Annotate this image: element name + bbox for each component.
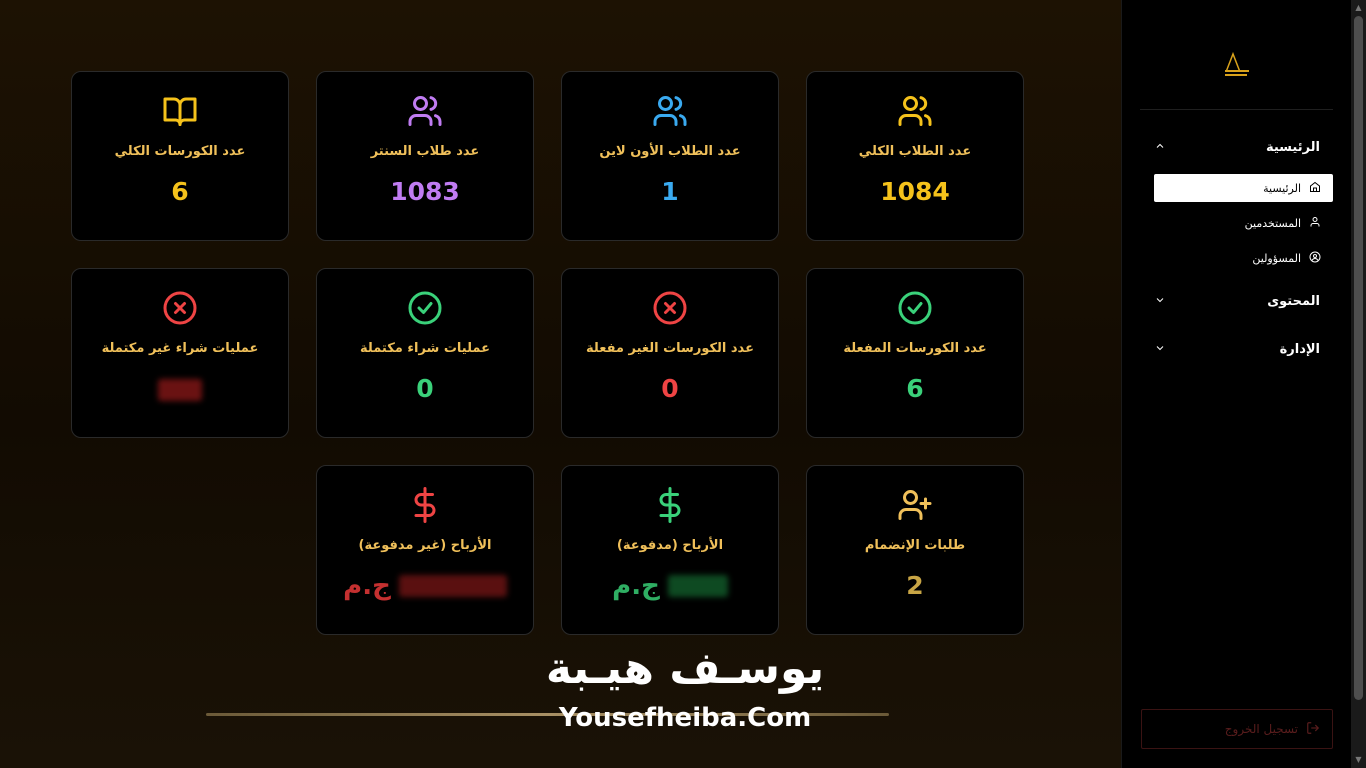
sidebar-item-admins[interactable]: المسؤولين — [1154, 244, 1333, 272]
redacted-value — [667, 575, 728, 597]
currency-label: ج.م — [612, 571, 660, 601]
logout-icon — [1306, 721, 1320, 738]
logout-button[interactable]: تسجيل الخروج — [1141, 709, 1333, 749]
stat-label: عدد الطلاب الأون لاين — [599, 144, 741, 159]
dollar-icon — [406, 486, 444, 524]
stat-value: 6 — [906, 374, 924, 403]
stat-card-inactive-courses: عدد الكورسات الغير مفعلة 0 — [561, 268, 779, 438]
book-icon — [161, 92, 199, 130]
x-circle-icon — [651, 289, 689, 327]
scrollbar-thumb[interactable] — [1354, 16, 1363, 700]
stat-money: ج.م — [343, 571, 507, 601]
scrollbar[interactable]: ▲ ▼ — [1351, 0, 1366, 768]
check-circle-icon — [896, 289, 934, 327]
stat-label: عمليات شراء مكتملة — [360, 341, 490, 356]
stat-label: عمليات شراء غير مكتملة — [101, 341, 259, 356]
chevron-down-icon — [1154, 294, 1166, 309]
user-icon — [1309, 216, 1321, 231]
currency-label: ج.م — [343, 571, 391, 601]
stat-value: 1083 — [390, 177, 460, 206]
user-plus-icon — [896, 486, 934, 524]
stat-card-online-students: عدد الطلاب الأون لاين 1 — [561, 71, 779, 241]
logo[interactable] — [1220, 50, 1254, 80]
watermark-english: Yousefheiba.Com — [558, 703, 812, 733]
stat-label: عدد الكورسات الكلي — [114, 144, 246, 159]
stat-value: 2 — [906, 571, 924, 600]
x-circle-icon — [161, 289, 199, 327]
stat-card-paid-earnings: الأرباح (مدفوعة) ج.م — [561, 465, 779, 635]
stat-value: 0 — [416, 374, 434, 403]
sidebar-item-label: المسؤولين — [1252, 251, 1301, 265]
stat-label: طلبات الإنضمام — [864, 538, 966, 553]
watermark-arabic: يوسـف هيـبة — [545, 643, 825, 694]
stat-card-join-requests: طلبات الإنضمام 2 — [806, 465, 1024, 635]
stat-card-unpaid-earnings: الأرباح (غير مدفوعة) ج.م — [316, 465, 534, 635]
scroll-up-icon[interactable]: ▲ — [1354, 3, 1363, 13]
users-icon — [406, 92, 444, 130]
stat-label: عدد طلاب السنتر — [370, 144, 480, 159]
stat-value: 0 — [661, 374, 679, 403]
stat-value-redacted — [158, 374, 202, 403]
nav-group-label: الرئيسية — [1265, 140, 1320, 155]
stat-label: عدد الطلاب الكلي — [858, 144, 972, 159]
users-icon — [651, 92, 689, 130]
stat-label: عدد الكورسات الغير مفعلة — [586, 341, 754, 356]
stat-card-incomplete-purchases: عمليات شراء غير مكتملة — [71, 268, 289, 438]
stat-label: الأرباح (غير مدفوعة) — [358, 538, 492, 553]
stat-value: 1 — [661, 177, 679, 206]
chevron-down-icon — [1154, 342, 1166, 357]
sidebar-divider — [1140, 109, 1333, 110]
redacted-value — [398, 575, 507, 597]
dollar-icon — [651, 486, 689, 524]
nav-group-management[interactable]: الإدارة — [1154, 342, 1320, 357]
stat-card-complete-purchases: عمليات شراء مكتملة 0 — [316, 268, 534, 438]
dashboard-main: عدد الكورسات الكلي 6 عدد طلاب السنتر 108… — [0, 0, 1121, 768]
sidebar-item-home[interactable]: الرئيسية — [1154, 174, 1333, 202]
sidebar-item-users[interactable]: المستخدمين — [1154, 209, 1333, 237]
sidebar: الرئيسية الرئيسية المستخدمين المسؤولين ا… — [1121, 0, 1351, 768]
stat-card-center-students: عدد طلاب السنتر 1083 — [316, 71, 534, 241]
sidebar-item-label: الرئيسية — [1263, 181, 1301, 195]
stat-card-total-courses: عدد الكورسات الكلي 6 — [71, 71, 289, 241]
check-circle-icon — [406, 289, 444, 327]
nav-group-label: الإدارة — [1279, 342, 1320, 357]
stat-label: الأرباح (مدفوعة) — [616, 538, 724, 553]
sidebar-item-label: المستخدمين — [1244, 216, 1301, 230]
scroll-down-icon[interactable]: ▼ — [1354, 755, 1363, 765]
nav-group-label: المحتوى — [1267, 294, 1320, 309]
stat-money: ج.م — [612, 571, 728, 601]
stat-card-active-courses: عدد الكورسات المفعلة 6 — [806, 268, 1024, 438]
user-circle-icon — [1309, 251, 1321, 266]
stat-label: عدد الكورسات المفعلة — [843, 341, 987, 356]
stat-value: 1084 — [880, 177, 950, 206]
home-icon — [1309, 181, 1321, 196]
chevron-up-icon — [1154, 140, 1166, 155]
nav-group-home[interactable]: الرئيسية — [1154, 140, 1320, 155]
users-icon — [896, 92, 934, 130]
logout-label: تسجيل الخروج — [1224, 722, 1298, 736]
stat-value: 6 — [171, 177, 189, 206]
nav-group-content[interactable]: المحتوى — [1154, 294, 1320, 309]
stat-card-total-students: عدد الطلاب الكلي 1084 — [806, 71, 1024, 241]
